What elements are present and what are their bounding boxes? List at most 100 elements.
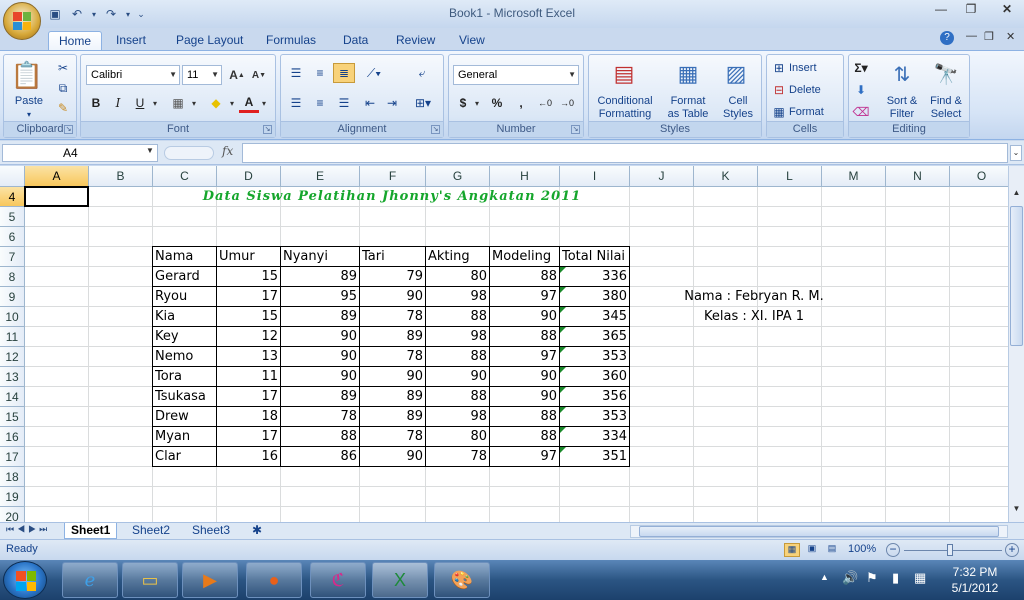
delete-cells-icon[interactable]: ⊟ [771,81,787,99]
sheet-tab-sheet3[interactable]: Sheet3 [186,523,236,539]
undo-icon[interactable]: ↶ [68,5,86,23]
tab-formulas[interactable]: Formulas [256,31,326,51]
number-launcher-icon[interactable]: ↘ [571,125,580,134]
cell-styles-icon[interactable]: ▨ [721,59,751,89]
align-right-icon[interactable]: ☰ [333,93,355,113]
row-header-9[interactable]: 9 [0,287,25,307]
align-middle-icon[interactable]: ≡ [309,63,331,83]
page-break-view-icon[interactable]: ▤ [824,543,840,557]
increase-indent-icon[interactable]: ⇥ [381,93,403,113]
copy-icon[interactable]: ⧉ [54,79,72,97]
decrease-indent-icon[interactable]: ⇤ [359,93,381,113]
bold-button[interactable]: B [86,93,106,113]
fill-icon[interactable]: ⬇ [853,81,869,99]
name-box[interactable]: A4 [2,144,158,162]
row-header-14[interactable]: 14 [0,387,25,407]
select-all-corner[interactable] [0,166,25,187]
column-header-l[interactable]: L [758,166,822,187]
tab-home[interactable]: Home [48,31,103,51]
underline-dropdown-icon[interactable]: ▾ [150,93,160,113]
percent-button[interactable]: % [487,93,507,113]
insert-function-icon[interactable]: fx [222,144,233,158]
corel-app-icon[interactable]: ℭ [310,562,366,598]
column-header-d[interactable]: D [217,166,281,187]
conditional-formatting-icon[interactable]: ▤ [609,59,639,89]
fill-color-icon[interactable]: ◆ [205,93,227,113]
column-header-b[interactable]: B [89,166,153,187]
tab-page-layout[interactable]: Page Layout [166,31,253,51]
zoom-slider[interactable] [904,550,1002,551]
internet-explorer-icon[interactable]: ℯ [62,562,118,598]
clipboard-launcher-icon[interactable]: ↘ [64,125,73,134]
column-header-k[interactable]: K [694,166,758,187]
insert-sheet-icon[interactable]: ✱ [246,523,268,539]
tab-review[interactable]: Review [386,31,445,51]
page-layout-view-icon[interactable]: ▣ [804,543,820,557]
align-top-icon[interactable]: ☰ [285,63,307,83]
row-header-12[interactable]: 12 [0,347,25,367]
underline-button[interactable]: U [130,93,150,113]
conditional-formatting-button[interactable]: Conditional Formatting [589,95,661,121]
number-format-select[interactable]: General ▼ [453,65,579,85]
font-name-select[interactable]: Calibri ▼ [86,65,180,85]
align-bottom-icon[interactable]: ≣ [333,63,355,83]
undo-dropdown-icon[interactable]: ▾ [90,5,98,23]
worksheet-grid[interactable]: A B C D E F G H I J K L M N O 4 5 6 7 8 9 10 11 12 13 14 15 16 17 18 1… [0,166,1008,522]
row-header-20[interactable]: 20 [0,507,25,522]
row-header-5[interactable]: 5 [0,207,25,227]
column-header-g[interactable]: G [426,166,490,187]
firefox-icon[interactable]: ● [246,562,302,598]
align-left-icon[interactable]: ☰ [285,93,307,113]
horizontal-scrollbar[interactable] [630,525,1008,538]
format-as-table-button[interactable]: Format as Table [661,95,715,121]
column-header-m[interactable]: M [822,166,886,187]
sort-filter-button[interactable]: Sort & Filter [879,95,925,121]
active-cell-a4[interactable] [24,186,89,207]
alignment-launcher-icon[interactable]: ↘ [431,125,440,134]
comma-button[interactable]: , [511,93,531,113]
column-header-c[interactable]: C [153,166,217,187]
row-header-6[interactable]: 6 [0,227,25,247]
column-header-f[interactable]: F [360,166,426,187]
row-header-4[interactable]: 4 [0,187,25,207]
currency-dropdown-icon[interactable]: ▾ [473,93,481,113]
cell-styles-button[interactable]: Cell Styles [715,95,761,121]
show-hidden-icons[interactable]: ▲ [820,572,829,582]
row-header-17[interactable]: 17 [0,447,25,467]
redo-dropdown-icon[interactable]: ▾ [124,5,132,23]
row-header-18[interactable]: 18 [0,467,25,487]
zoom-level[interactable]: 100% [848,543,876,555]
wrap-text-icon[interactable]: ⤶ [411,63,433,83]
volume-icon[interactable]: 🔊 [842,570,858,586]
column-header-j[interactable]: J [630,166,694,187]
sheet-tab-sheet2[interactable]: Sheet2 [126,523,176,539]
clock[interactable]: 7:32 PM 5/1/2012 [940,564,1010,596]
font-launcher-icon[interactable]: ↘ [263,125,272,134]
paste-dropdown-icon[interactable]: ▾ [6,108,52,121]
row-header-15[interactable]: 15 [0,407,25,427]
row-header-7[interactable]: 7 [0,247,25,267]
file-explorer-icon[interactable]: ▭ [122,562,178,598]
customize-toolbar-icon[interactable]: ⌄ [136,5,146,23]
insert-cells-button[interactable]: Insert [789,62,817,74]
sheet-nav-icon[interactable]: ⏮◀▶⏭ [6,524,50,535]
column-header-e[interactable]: E [281,166,360,187]
clear-icon[interactable]: ⌫ [853,103,870,121]
row-header-8[interactable]: 8 [0,267,25,287]
delete-cells-button[interactable]: Delete [789,84,821,96]
scroll-up-icon[interactable]: ▲ [1010,188,1023,202]
shrink-font-icon[interactable]: A ▼ [249,65,269,85]
currency-button[interactable]: $ [453,93,473,113]
horizontal-scroll-thumb[interactable] [639,526,999,537]
paste-label[interactable]: Paste [6,95,52,108]
sort-filter-icon[interactable]: ⇅ [887,59,917,89]
format-painter-icon[interactable]: ✎ [54,99,72,117]
media-player-icon[interactable]: ▶ [182,562,238,598]
minimize-button[interactable]: — [928,2,954,20]
help-icon[interactable]: ? [940,31,954,45]
restore-button[interactable]: ❐ [958,2,984,20]
column-header-a[interactable]: A [25,166,89,187]
find-select-icon[interactable]: 🔭 [931,59,961,89]
merge-center-icon[interactable]: ⊞▾ [409,93,437,113]
increase-decimal-icon[interactable]: ←0 [535,93,555,113]
